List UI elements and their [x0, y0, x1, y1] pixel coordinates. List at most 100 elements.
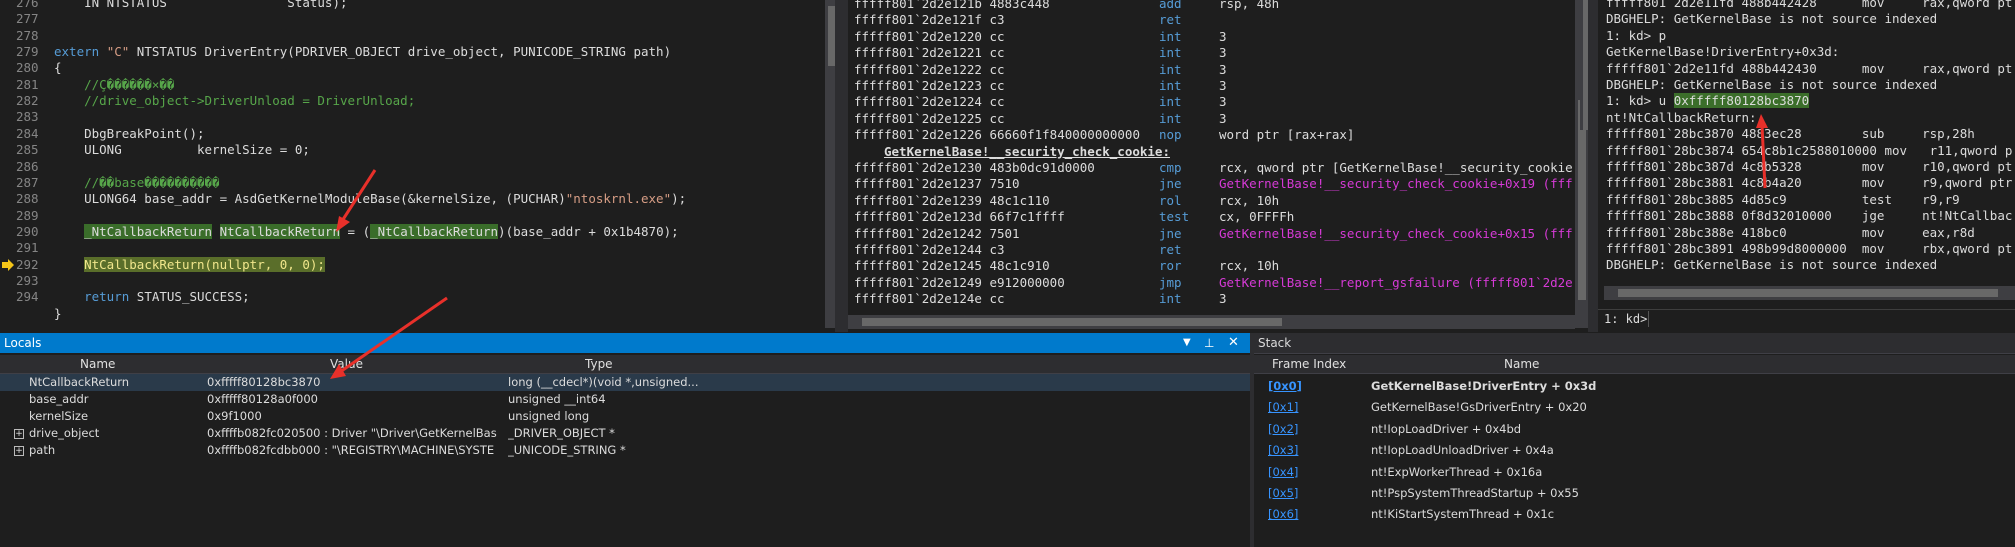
disasm-row[interactable]: fffff801`2d2e1245 48c1c910 ror rcx, 10h	[854, 258, 1574, 274]
operand-token: GetKernelBase!__security_check_cookie+0x…	[1219, 225, 1573, 241]
close-icon[interactable]: ✕	[1228, 333, 1239, 353]
disasm-row[interactable]: fffff801`2d2e1237 7510 jne GetKernelBase!_…	[854, 176, 1574, 192]
disasm-row[interactable]: fffff801`2d2e1242 7501 jne GetKernelBase!_…	[854, 226, 1574, 242]
disassembly-hscrollbar[interactable]	[848, 315, 1575, 329]
disasm-operands: 3	[1219, 62, 1227, 78]
locals-col-type[interactable]: Type	[585, 355, 665, 373]
disassembly-pane[interactable]: fffff801`2d2e121b 4883c448 add rsp, 48h fff…	[848, 0, 1588, 330]
stack-frame-row[interactable]: [0x5] nt!PspSystemThreadStartup + 0x55	[1254, 483, 2015, 504]
locals-row[interactable]: NtCallbackReturn 0xfffff80128bc3870 long (…	[0, 374, 1250, 391]
pane-splitter-left[interactable]	[835, 0, 848, 332]
frame-index-link[interactable]: [0x5]	[1268, 483, 1328, 504]
source-line[interactable]: 276 IN NTSTATUS Status);	[0, 0, 835, 11]
disasm-row[interactable]: fffff801`2d2e1230 483b0dc91d0000 cmp rcx, …	[854, 160, 1574, 176]
source-line[interactable]: 293	[0, 273, 835, 289]
source-line[interactable]: 278	[0, 28, 835, 44]
frame-index-link[interactable]: [0x0]	[1268, 376, 1328, 397]
local-value: 0x9f1000	[207, 409, 262, 423]
stack-col-name[interactable]: Name	[1504, 355, 1584, 373]
frame-index-link[interactable]: [0x2]	[1268, 419, 1328, 440]
disasm-row[interactable]: fffff801`2d2e1249 e912000000 jmp GetKernel…	[854, 275, 1574, 291]
stack-frame-row[interactable]: [0x3] nt!IopLoadUnloadDriver + 0x4a	[1254, 440, 2015, 461]
stack-frame-row[interactable]: [0x0] GetKernelBase!DriverEntry + 0x3d	[1254, 376, 2015, 397]
disasm-operands: cx, 0FFFFh	[1219, 209, 1294, 225]
command-text: DBGHELP: GetKernelBase is not source ind…	[1606, 257, 1938, 273]
disasm-row[interactable]: fffff801`2d2e1226 66660f1f840000000000 no…	[854, 127, 1574, 143]
code-token: STATUS_SUCCESS;	[129, 289, 250, 305]
line-number: 293	[16, 272, 39, 288]
source-line[interactable]: 281 //Ç������×��	[0, 77, 835, 93]
source-line[interactable]: 280 {	[0, 60, 835, 76]
frame-index-link[interactable]: [0x6]	[1268, 504, 1328, 525]
disasm-row[interactable]: GetKernelBase!__security_check_cookie:	[854, 144, 1574, 160]
frame-index-link[interactable]: [0x3]	[1268, 440, 1328, 461]
code-token: _NtCallbackReturn	[84, 223, 213, 239]
locals-col-value[interactable]: Value	[330, 355, 410, 373]
command-output-line: fffff801`2d2e11fd 488b442428 mov rax,qwo…	[1606, 0, 2012, 11]
source-line[interactable]: 289	[0, 208, 835, 224]
stack-col-index[interactable]: Frame Index	[1272, 355, 1372, 373]
source-code: //Ç������×��	[54, 77, 174, 93]
stack-frame-row[interactable]: [0x6] nt!KiStartSystemThread + 0x1c	[1254, 504, 2015, 525]
disasm-row[interactable]: fffff801`2d2e1225 cc int 3	[854, 111, 1574, 127]
command-input-bar[interactable]: 1: kd>	[1598, 309, 2015, 328]
disasm-row[interactable]: fffff801`2d2e1244 c3 ret	[854, 242, 1574, 258]
disasm-address: fffff801`2d2e1220 cc	[854, 28, 1005, 44]
source-line[interactable]: 286	[0, 159, 835, 175]
source-line[interactable]: 284 DbgBreakPoint();	[0, 126, 835, 142]
code-token: return	[84, 289, 130, 305]
disasm-row[interactable]: fffff801`2d2e123d 66f7c1ffff test cx, 0FFF…	[854, 209, 1574, 225]
command-pane[interactable]: 1: kd> fffff801`2d2e11fd 488b442428 mov …	[1598, 0, 2015, 330]
disasm-row[interactable]: fffff801`2d2e1224 cc int 3	[854, 94, 1574, 110]
locals-row[interactable]: + drive_object 0xffffb082fc020500 : Driver…	[0, 425, 1250, 442]
source-line[interactable]: 282 //drive_object->DriverUnload = Drive…	[0, 93, 835, 109]
source-line[interactable]: 287 //��base�������ַ���	[0, 175, 835, 191]
disasm-address: fffff801`2d2e124e cc	[854, 291, 1005, 307]
command-hscrollbar[interactable]	[1604, 286, 2015, 300]
frame-index-link[interactable]: [0x1]	[1268, 397, 1328, 418]
stack-frame-row[interactable]: [0x4] nt!ExpWorkerThread + 0x16a	[1254, 462, 2015, 483]
command-input[interactable]	[1648, 311, 2009, 327]
locals-header: Name Value Type	[0, 355, 1250, 374]
panel-splitter[interactable]	[1250, 333, 1254, 547]
local-type: _UNICODE_STRING *	[508, 443, 626, 457]
frame-index-link[interactable]: [0x4]	[1268, 462, 1328, 483]
source-line[interactable]: 291	[0, 240, 835, 256]
locals-row[interactable]: + path 0xffffb082fcdbb000 : "\REGISTRY\MAC…	[0, 442, 1250, 459]
source-line[interactable]: 290 _NtCallbackReturn NtCallbackReturn =…	[0, 223, 835, 240]
source-line[interactable]: 279 extern "C" NTSTATUS DriverEntry(PDRIV…	[0, 44, 835, 60]
source-line[interactable]: 283	[0, 109, 835, 125]
source-line[interactable]: 285 ULONG kernelSize = 0;	[0, 142, 835, 158]
expand-icon[interactable]: +	[14, 429, 24, 439]
disasm-address: fffff801`2d2e1226 66660f1f840000000000	[854, 127, 1140, 143]
disasm-row[interactable]: fffff801`2d2e1223 cc int 3	[854, 78, 1574, 94]
disasm-operands: rcx, 10h	[1219, 193, 1279, 209]
source-line[interactable]: 288 ULONG64 base_addr = AsdGetKernelModu…	[0, 191, 835, 207]
source-line[interactable]: 294 return STATUS_SUCCESS;	[0, 289, 835, 305]
source-line[interactable]: }	[0, 306, 835, 322]
disasm-row[interactable]: fffff801`2d2e121b 4883c448 add rsp, 48h	[854, 0, 1574, 12]
locals-col-name[interactable]: Name	[80, 355, 180, 373]
disasm-row[interactable]: fffff801`2d2e124e cc int 3	[854, 291, 1574, 307]
disasm-row[interactable]: fffff801`2d2e1221 cc int 3	[854, 45, 1574, 61]
command-output-line: fffff801`28bc3888 0f8d32010000 jge nt!Nt…	[1606, 208, 2012, 224]
stack-frame-row[interactable]: [0x2] nt!IopLoadDriver + 0x4bd	[1254, 419, 2015, 440]
locals-row[interactable]: base_addr 0xfffff80128a0f000 unsigned __in…	[0, 391, 1250, 408]
command-text: fffff801`28bc3885 4d85c9 test r9,r9	[1606, 191, 1960, 207]
stack-frame-row[interactable]: [0x1] GetKernelBase!GsDriverEntry + 0x20	[1254, 397, 2015, 418]
dropdown-icon[interactable]: ▼	[1183, 333, 1191, 353]
expand-icon[interactable]: +	[14, 446, 24, 456]
pane-splitter-right[interactable]	[1588, 0, 1598, 332]
disasm-address: fffff801`2d2e1222 cc	[854, 61, 1005, 77]
pin-icon[interactable]: ⊥	[1204, 333, 1214, 353]
source-line[interactable]: 292 NtCallbackReturn(nullptr, 0, 0);	[0, 256, 835, 273]
disasm-row[interactable]: fffff801`2d2e1220 cc int 3	[854, 29, 1574, 45]
disasm-row[interactable]: fffff801`2d2e121f c3 ret	[854, 12, 1574, 28]
disasm-row[interactable]: fffff801`2d2e1239 48c1c110 rol rcx, 10h	[854, 193, 1574, 209]
disasm-row[interactable]: fffff801`2d2e1222 cc int 3	[854, 62, 1574, 78]
line-number: 285	[16, 142, 39, 158]
source-pane[interactable]: 276 IN NTSTATUS Status); 277 278 279 extern …	[0, 0, 835, 330]
locals-row[interactable]: kernelSize 0x9f1000 unsigned long	[0, 408, 1250, 425]
disasm-mnemonic: int	[1159, 94, 1182, 110]
source-line[interactable]: 277	[0, 11, 835, 27]
